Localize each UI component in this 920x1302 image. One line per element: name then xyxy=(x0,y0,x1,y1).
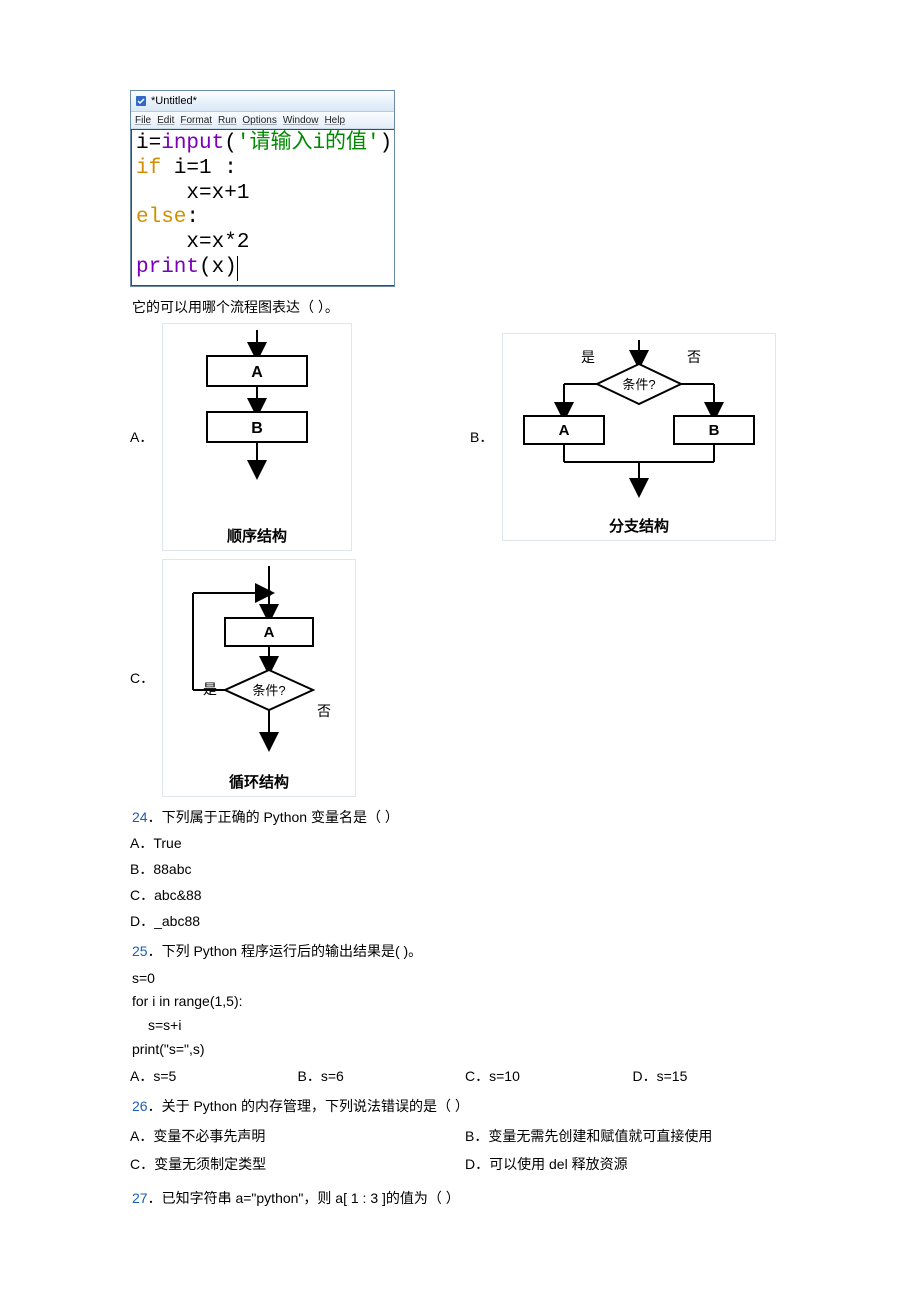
flowchart-branch: 条件? 是 否 A B xyxy=(509,340,769,510)
menu-bar: File Edit Format Run Options Window Help xyxy=(131,112,394,129)
q24-options: A．True B．88abc C．abc&88 D．_abc88 xyxy=(130,833,800,931)
menu-help[interactable]: Help xyxy=(324,115,345,126)
q25-opt-b: B．s=6 xyxy=(298,1066,466,1086)
svg-text:否: 否 xyxy=(687,349,701,365)
window-titlebar: *Untitled* xyxy=(131,91,394,112)
svg-text:否: 否 xyxy=(317,703,331,719)
q26-options: A．变量不必事先声明 B．变量无需先创建和赋值就可直接使用 C．变量无须制定类型… xyxy=(130,1122,800,1178)
q23-opt-c-label: C． xyxy=(130,668,162,688)
menu-run[interactable]: Run xyxy=(218,115,236,126)
code-editor-window: *Untitled* File Edit Format Run Options … xyxy=(130,90,395,287)
q23-opt-c-figure: A 条件? 是 否 循环结构 xyxy=(162,559,356,797)
q23-opt-a-caption: 顺序结构 xyxy=(169,525,345,546)
q26-opt-c: C．变量无须制定类型 xyxy=(130,1154,465,1174)
q26-stem: 26．关于 Python 的内存管理，下列说法错误的是（ ） xyxy=(132,1096,800,1116)
svg-text:B: B xyxy=(709,422,720,439)
q24-opt-a: A．True xyxy=(130,833,800,853)
q27-num: 27 xyxy=(132,1190,148,1206)
q26-opt-b: B．变量无需先创建和赋值就可直接使用 xyxy=(465,1126,800,1146)
q23-opt-a-figure: A B 顺序结构 xyxy=(162,323,352,551)
q24-num: 24 xyxy=(132,809,148,825)
q23-opt-b-figure: 条件? 是 否 A B 分支结构 xyxy=(502,333,776,541)
menu-edit[interactable]: Edit xyxy=(157,115,174,126)
q26-opt-d: D．可以使用 del 释放资源 xyxy=(465,1154,800,1174)
q25-num: 25 xyxy=(132,943,148,959)
menu-options[interactable]: Options xyxy=(242,115,276,126)
q23-opt-b-label: B． xyxy=(470,427,502,447)
menu-window[interactable]: Window xyxy=(283,115,319,126)
q25-opt-c: C．s=10 xyxy=(465,1066,633,1086)
q25-code: s=0 for i in range(1,5): s=s+i print("s=… xyxy=(132,967,800,1062)
q27-stem: 27．已知字符串 a="python"，则 a[ 1 : 3 ]的值为（ ） xyxy=(132,1188,800,1208)
svg-text:B: B xyxy=(251,420,263,437)
q23-opt-c-caption: 循环结构 xyxy=(169,771,349,792)
q24-opt-d: D．_abc88 xyxy=(130,911,800,931)
flowchart-sequence: A B xyxy=(169,330,345,520)
app-icon xyxy=(135,95,147,107)
q25-stem: 25．下列 Python 程序运行后的输出结果是( )。 xyxy=(132,941,800,961)
q25-opt-d: D．s=15 xyxy=(633,1066,801,1086)
svg-text:A: A xyxy=(264,624,275,641)
svg-text:是: 是 xyxy=(581,349,595,365)
q24-opt-b: B．88abc xyxy=(130,859,800,879)
q24-opt-c: C．abc&88 xyxy=(130,885,800,905)
window-title: *Untitled* xyxy=(151,95,197,107)
menu-file[interactable]: File xyxy=(135,115,151,126)
svg-text:条件?: 条件? xyxy=(252,683,285,698)
svg-text:A: A xyxy=(559,422,570,439)
q25-opt-a: A．s=5 xyxy=(130,1066,298,1086)
q23-stem: 它的可以用哪个流程图表达（ ）。 xyxy=(132,297,800,317)
menu-format[interactable]: Format xyxy=(180,115,212,126)
q25-options: A．s=5 B．s=6 C．s=10 D．s=15 xyxy=(130,1066,800,1086)
code-body: i=input('请输入i的值') if i=1 : x=x+1 else: x… xyxy=(131,129,394,286)
flowchart-loop: A 条件? 是 否 xyxy=(169,566,349,766)
svg-text:A: A xyxy=(251,364,263,381)
q26-opt-a: A．变量不必事先声明 xyxy=(130,1126,465,1146)
q26-num: 26 xyxy=(132,1098,148,1114)
q23-opt-a-label: A． xyxy=(130,427,162,447)
q23-opt-b-caption: 分支结构 xyxy=(509,515,769,536)
svg-text:条件?: 条件? xyxy=(622,377,655,392)
q24-stem: 24．下列属于正确的 Python 变量名是（ ） xyxy=(132,807,800,827)
